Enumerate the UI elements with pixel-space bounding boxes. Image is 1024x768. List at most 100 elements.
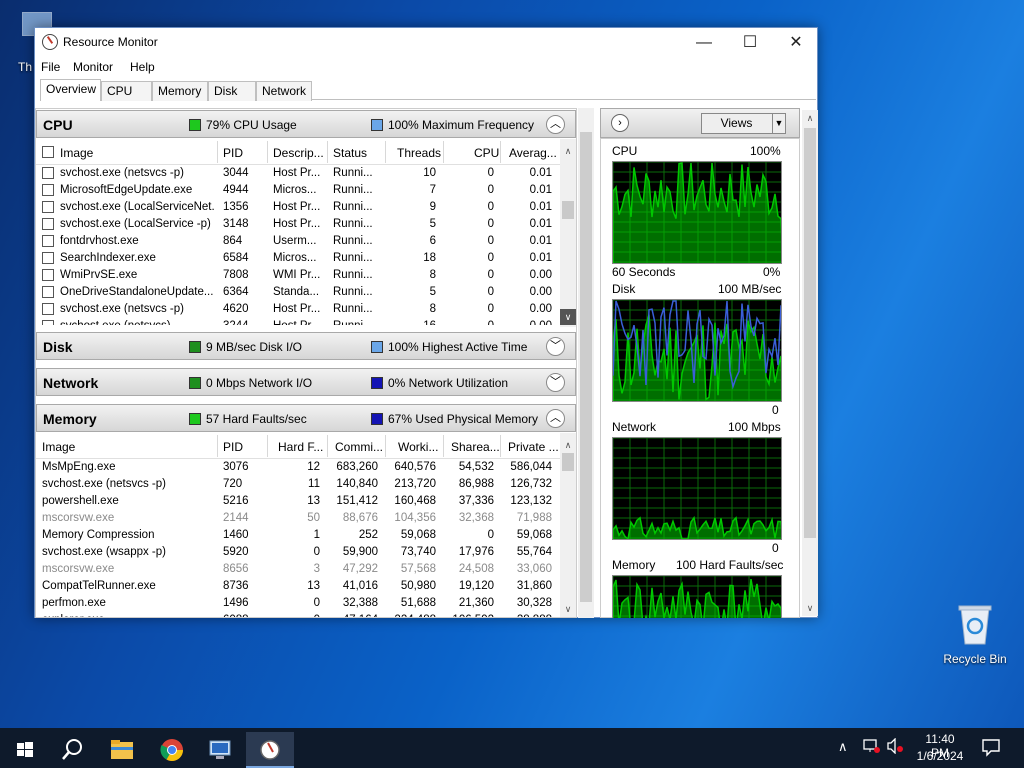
volume-muted-icon[interactable] — [886, 737, 904, 755]
table-row[interactable]: svchost.exe (wsappx -p) 5920 0 59,900 73,740… — [36, 544, 576, 561]
network-status-icon[interactable] — [862, 738, 880, 754]
scrollbar-thumb[interactable] — [562, 453, 574, 471]
row-checkbox[interactable] — [42, 235, 54, 247]
mem-col-image[interactable]: Image — [42, 440, 75, 454]
table-row[interactable]: OneDriveStandaloneUpdate... 6364 Standa...… — [36, 284, 576, 301]
table-row[interactable]: mscorsvw.exe 8656 3 47,292 57,568 24,508 33,06… — [36, 561, 576, 578]
row-checkbox[interactable] — [42, 303, 54, 315]
disk-section-header[interactable]: Disk 9 MB/sec Disk I/O 100% Highest Acti… — [36, 332, 576, 360]
remote-desktop-icon[interactable] — [198, 732, 242, 768]
scroll-down-arrow-icon[interactable]: ∨ — [560, 601, 576, 617]
cpu-col-description[interactable]: Descrip... — [273, 146, 324, 160]
table-cell: 683,260 — [336, 461, 378, 473]
cpu-section-header[interactable]: CPU 79% CPU Usage 100% Maximum Frequency… — [36, 110, 576, 138]
table-cell: Host Pr... — [273, 218, 321, 230]
disk-graph-min: 0 — [772, 403, 779, 417]
main-scrollbar-thumb[interactable] — [580, 132, 592, 602]
recycle-bin[interactable]: Recycle Bin — [942, 602, 1008, 666]
cpu-collapse-chevron-up-icon[interactable]: ︿ — [546, 115, 565, 134]
collapse-pane-arrow-icon[interactable]: › — [611, 114, 629, 132]
table-cell: Runni... — [333, 303, 373, 315]
memory-table-scrollbar[interactable]: ∧ ∨ — [560, 433, 576, 617]
cpu-table-scrollbar[interactable]: ∧ ∨ — [560, 139, 576, 327]
resource-monitor-taskbar-icon[interactable] — [246, 732, 294, 768]
action-center-icon[interactable] — [980, 736, 1002, 758]
table-row[interactable]: svchost.exe (LocalService -p) 3148 Host Pr… — [36, 216, 576, 233]
mem-col-private[interactable]: Private ... — [508, 440, 559, 454]
mem-col-hard-faults[interactable]: Hard F... — [278, 440, 323, 454]
graphs-scrollbar[interactable]: ∧ ∨ — [802, 110, 818, 616]
scroll-up-arrow-icon[interactable]: ∧ — [560, 143, 576, 159]
cpu-col-cpu[interactable]: CPU — [474, 146, 499, 160]
graphs-scrollbar-thumb[interactable] — [804, 128, 816, 538]
mem-col-working[interactable]: Worki... — [398, 440, 438, 454]
cpu-col-average[interactable]: Averag... — [509, 146, 557, 160]
tab-network[interactable]: Network — [256, 81, 312, 101]
memory-section-header[interactable]: Memory 57 Hard Faults/sec 67% Used Physi… — [36, 404, 576, 432]
table-cell: 6584 — [223, 252, 249, 264]
table-row[interactable]: fontdrvhost.exe 864 Userm... Runni... 6 0 0.01 — [36, 233, 576, 250]
network-graph — [612, 437, 782, 540]
table-row[interactable]: perfmon.exe 1496 0 32,388 51,688 21,360 30,328 — [36, 595, 576, 612]
table-row[interactable]: svchost.exe (netsvcs -p) 4620 Host Pr... Ru… — [36, 301, 576, 318]
table-row[interactable]: MsMpEng.exe 3076 12 683,260 640,576 54,532 586… — [36, 459, 576, 476]
scroll-up-arrow-icon[interactable]: ∧ — [560, 437, 576, 453]
table-row[interactable]: svchost.exe (netsvcs -p) 3044 Host Pr... Ru… — [36, 165, 576, 182]
scroll-down-arrow-icon[interactable]: ∨ — [560, 309, 576, 325]
title-bar[interactable]: Resource Monitor — ☐ ✕ — [35, 28, 817, 57]
mem-col-shareable[interactable]: Sharea... — [451, 440, 500, 454]
disk-expand-chevron-down-icon[interactable]: ﹀ — [546, 337, 565, 356]
cpu-col-pid[interactable]: PID — [223, 146, 243, 160]
row-checkbox[interactable] — [42, 218, 54, 230]
mem-col-pid[interactable]: PID — [223, 440, 243, 454]
select-all-checkbox[interactable] — [42, 146, 54, 158]
table-cell: 17,976 — [458, 546, 494, 558]
scrollbar-thumb[interactable] — [562, 201, 574, 219]
tab-memory[interactable]: Memory — [152, 81, 208, 101]
cpu-col-threads[interactable]: Threads — [397, 146, 441, 160]
menu-file[interactable]: File — [41, 60, 60, 74]
start-button[interactable] — [2, 732, 46, 768]
chrome-icon[interactable] — [150, 732, 194, 768]
views-dropdown-arrow-icon[interactable]: ▼ — [772, 114, 785, 133]
row-checkbox[interactable] — [42, 269, 54, 281]
tab-cpu[interactable]: CPU — [101, 81, 152, 101]
table-row[interactable]: svchost.exe (LocalServiceNet... 1356 Host … — [36, 199, 576, 216]
table-row[interactable]: powershell.exe 5216 13 151,412 160,468 37,336… — [36, 493, 576, 510]
close-button[interactable]: ✕ — [773, 28, 819, 57]
table-row[interactable]: SearchIndexer.exe 6584 Micros... Runni... 18… — [36, 250, 576, 267]
row-checkbox[interactable] — [42, 184, 54, 196]
scroll-up-arrow-icon[interactable]: ∧ — [802, 110, 818, 126]
maximize-button[interactable]: ☐ — [727, 28, 773, 57]
tab-overview[interactable]: Overview — [40, 79, 101, 101]
menu-help[interactable]: Help — [130, 60, 155, 74]
table-row[interactable]: mscorsvw.exe 2144 50 88,676 104,356 32,368 71,… — [36, 510, 576, 527]
network-section-header[interactable]: Network 0 Mbps Network I/O 0% Network Ut… — [36, 368, 576, 396]
memory-collapse-chevron-up-icon[interactable]: ︿ — [546, 409, 565, 428]
file-explorer-icon[interactable] — [100, 732, 144, 768]
table-row[interactable]: MicrosoftEdgeUpdate.exe 4944 Micros... Runn… — [36, 182, 576, 199]
cpu-col-status[interactable]: Status — [333, 146, 367, 160]
cpu-col-image[interactable]: Image — [60, 146, 93, 160]
row-checkbox[interactable] — [42, 320, 54, 325]
table-row[interactable]: CompatTelRunner.exe 8736 13 41,016 50,980 19,… — [36, 578, 576, 595]
table-row[interactable]: explorer.exe 6088 0 47,164 224,488 106,592 28,… — [36, 612, 576, 617]
clock-date[interactable]: 1/6/2024 — [915, 749, 965, 763]
minimize-button[interactable]: — — [681, 28, 727, 57]
row-checkbox[interactable] — [42, 252, 54, 264]
row-checkbox[interactable] — [42, 167, 54, 179]
network-expand-chevron-down-icon[interactable]: ﹀ — [546, 373, 565, 392]
table-row[interactable]: Memory Compression 1460 1 252 59,068 0 59,068 — [36, 527, 576, 544]
table-row[interactable]: svchost.exe (netsvcs) 3244 Host Pr... Runni… — [36, 318, 576, 325]
tab-disk[interactable]: Disk — [208, 81, 256, 101]
table-row[interactable]: WmiPrvSE.exe 7808 WMI Pr... Runni... 8 0 0.00 — [36, 267, 576, 284]
main-scrollbar[interactable] — [578, 108, 594, 618]
row-checkbox[interactable] — [42, 286, 54, 298]
menu-monitor[interactable]: Monitor — [73, 60, 113, 74]
mem-col-commit[interactable]: Commi... — [335, 440, 383, 454]
table-row[interactable]: svchost.exe (netsvcs -p) 720 11 140,840 213,… — [36, 476, 576, 493]
search-icon[interactable] — [50, 732, 94, 768]
scroll-down-arrow-icon[interactable]: ∨ — [802, 600, 818, 616]
row-checkbox[interactable] — [42, 201, 54, 213]
show-hidden-icons-chevron-up-icon[interactable]: ∧ — [838, 739, 848, 755]
